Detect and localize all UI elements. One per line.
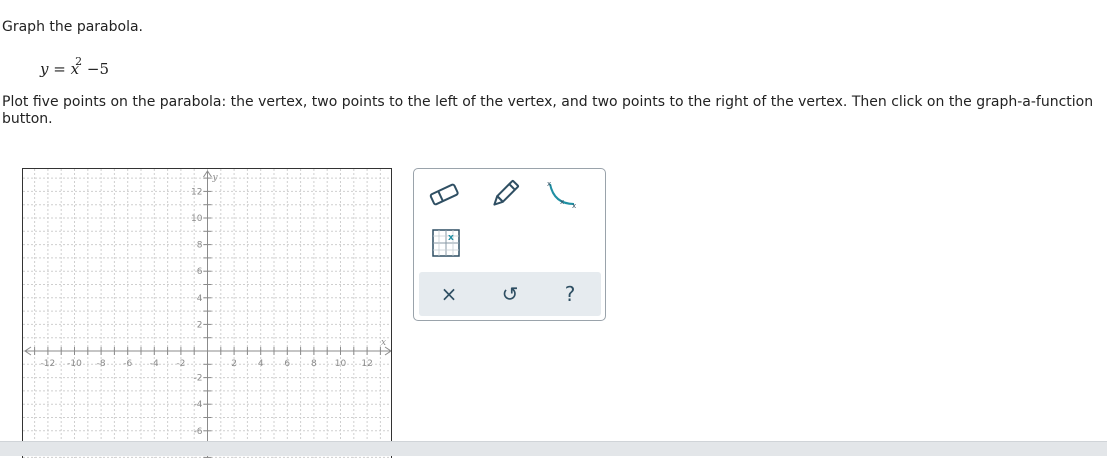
close-icon: × bbox=[440, 282, 458, 306]
y-tick-label: -4 bbox=[194, 400, 203, 410]
svg-text:x: x bbox=[448, 233, 454, 243]
equation: y = x2 −5 bbox=[40, 55, 109, 78]
svg-text:x: x bbox=[572, 202, 576, 210]
x-tick-label: -10 bbox=[67, 359, 82, 369]
y-tick-label: -2 bbox=[194, 374, 203, 384]
eraser-tool-button[interactable] bbox=[426, 177, 462, 211]
graph-area[interactable]: x y -12 -10 -8 -6 -4 -2 2 4 6 8 10 12 12 10 8 6 4 2 -2 -4 -6 bbox=[22, 168, 392, 458]
x-tick-label: 2 bbox=[231, 359, 237, 369]
y-tick-label: 10 bbox=[191, 214, 203, 224]
y-tick-label: 8 bbox=[197, 241, 203, 251]
tool-panel: x x x x × ↺ ? bbox=[413, 168, 606, 321]
x-tick-label: 6 bbox=[284, 359, 290, 369]
x-tick-label: -6 bbox=[123, 359, 132, 369]
undo-button[interactable]: ↺ bbox=[490, 272, 530, 316]
y-tick-label: 6 bbox=[197, 267, 203, 277]
x-tick-label: -8 bbox=[97, 359, 106, 369]
pencil-tool-button[interactable] bbox=[487, 177, 523, 211]
coordinate-grid[interactable]: x y -12 -10 -8 -6 -4 -2 2 4 6 8 10 12 12 10 8 6 4 2 -2 -4 -6 bbox=[23, 169, 392, 458]
x-tick-label: 12 bbox=[361, 359, 372, 369]
svg-text:x: x bbox=[547, 180, 551, 188]
prompt-text: Graph the parabola. bbox=[2, 19, 143, 35]
svg-text:x: x bbox=[560, 198, 564, 206]
x-tick-label: 8 bbox=[311, 359, 317, 369]
help-button[interactable]: ? bbox=[550, 272, 590, 316]
pencil-icon bbox=[493, 179, 520, 206]
equation-equals: = bbox=[53, 60, 66, 78]
bottom-scroll-bar[interactable] bbox=[0, 441, 1107, 456]
clear-button[interactable]: × bbox=[429, 272, 469, 316]
x-axis-label: x bbox=[381, 338, 386, 348]
equation-lhs: y bbox=[40, 60, 49, 78]
undo-icon: ↺ bbox=[501, 282, 519, 306]
equation-exponent: 2 bbox=[75, 55, 83, 68]
equation-rest: −5 bbox=[86, 60, 109, 78]
graph-a-function-icon: x x x bbox=[547, 180, 576, 210]
x-tick-label: -12 bbox=[41, 359, 56, 369]
action-bar: × ↺ ? bbox=[419, 272, 601, 316]
y-axis-label: y bbox=[212, 173, 219, 183]
x-tick-label: 10 bbox=[335, 359, 347, 369]
x-tick-label: 4 bbox=[258, 359, 264, 369]
y-tick-label: 4 bbox=[197, 294, 203, 304]
eraser-icon bbox=[429, 183, 459, 206]
graph-a-function-button[interactable]: x x x bbox=[544, 177, 580, 211]
point-grid-tool-button[interactable]: x bbox=[428, 226, 464, 260]
y-tick-label: -6 bbox=[194, 427, 203, 437]
x-tick-label: -2 bbox=[176, 359, 185, 369]
x-tick-label: -4 bbox=[150, 359, 159, 369]
y-tick-label: 12 bbox=[191, 187, 202, 197]
y-tick-label: 2 bbox=[197, 320, 203, 330]
point-grid-icon: x bbox=[432, 229, 460, 257]
help-icon: ? bbox=[564, 282, 576, 306]
instructions-text: Plot five points on the parabola: the ve… bbox=[2, 94, 1094, 127]
